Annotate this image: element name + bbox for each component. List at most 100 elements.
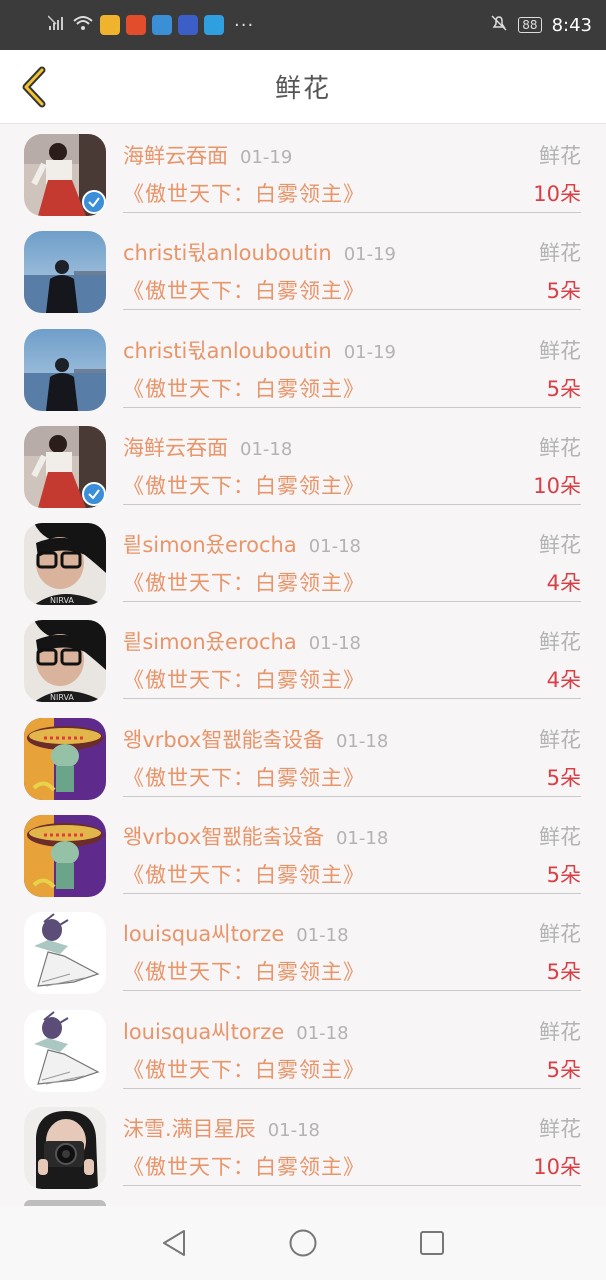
- nav-home-button[interactable]: [281, 1221, 325, 1265]
- user-name-text: christi뒧anlouboutin: [123, 338, 332, 363]
- back-chevron-icon: [22, 66, 46, 108]
- flower-count: 5朵: [546, 765, 581, 790]
- list-item[interactable]: louisqua씨torze 01-18 鲜花《傲世天下：白雾领主》 5朵: [0, 902, 606, 999]
- back-button[interactable]: [12, 64, 56, 110]
- flower-count: 5朵: [546, 1057, 581, 1082]
- gift-type: 鲜花: [539, 825, 581, 850]
- list-item[interactable]: NIRVA 릩simon욨erocha 01-18 鲜花 《傲世天下：白雾领主》 4朵: [0, 610, 606, 707]
- list-item-info: christi뒧anlouboutin 01-19 鲜花 《傲世天下：白雾领主》 5朵: [123, 231, 581, 311]
- flower-record-list: 海鲜云吞面 01-19 鲜花 《傲世天下：白雾领主》 10朵 christi뒧anloub…: [0, 124, 606, 1206]
- user-name[interactable]: christi뒧anlouboutin 01-19: [123, 335, 396, 365]
- back-triangle-icon: [163, 1230, 186, 1256]
- book-title[interactable]: 《傲世天下：白雾领主》: [123, 1151, 365, 1181]
- gift-type: 鲜花: [539, 533, 581, 558]
- list-item[interactable]: 海鲜云吞面 01-18 鲜花 《傲世天下：白雾领主》 10朵: [0, 416, 606, 513]
- app-icon: [152, 15, 172, 35]
- avatar[interactable]: [24, 815, 106, 898]
- user-name-text: 릩simon욨erocha: [123, 630, 297, 655]
- system-nav-bar: [0, 1206, 606, 1280]
- user-name-text: louisqua씨torze: [123, 922, 285, 947]
- list-item[interactable]: louisqua씨torze 01-18 鲜花《傲世天下：白雾领主》 5朵: [0, 1000, 606, 1097]
- avatar[interactable]: NIRVA: [24, 620, 106, 703]
- user-name[interactable]: 릩simon욨erocha 01-18: [123, 626, 361, 656]
- record-date: 01-18: [240, 438, 293, 460]
- record-date: 01-18: [267, 1119, 320, 1141]
- user-name[interactable]: 왱vrbox智퐶能춬设备 01-18: [123, 821, 388, 851]
- more-notifications-icon: ···: [234, 14, 255, 36]
- user-name-text: christi뒧anlouboutin: [123, 241, 332, 266]
- list-item-info: christi뒧anlouboutin 01-19 鲜花《傲世天下：白雾领主》 5朵: [123, 329, 581, 408]
- user-name-text: 沫雪.满目星辰: [123, 1116, 256, 1141]
- book-title[interactable]: 《傲世天下：白雾领主》: [123, 275, 365, 305]
- user-name[interactable]: christi뒧anlouboutin 01-19: [123, 237, 396, 267]
- user-name-text: 왱vrbox智퐶能춬设备: [123, 727, 324, 752]
- user-name[interactable]: louisqua씨torze 01-18: [123, 918, 349, 948]
- avatar[interactable]: [24, 717, 106, 800]
- avatar[interactable]: NIRVA: [24, 523, 106, 606]
- book-title[interactable]: 《傲世天下：白雾领主》: [123, 859, 365, 889]
- app-icon: [126, 15, 146, 35]
- record-date: 01-19: [343, 341, 397, 363]
- list-item-info: louisqua씨torze 01-18 鲜花《傲世天下：白雾领主》 5朵: [123, 912, 581, 992]
- flower-count: 5朵: [546, 960, 581, 985]
- avatar[interactable]: [24, 912, 106, 995]
- gift-type: 鲜花: [539, 922, 581, 947]
- list-item-info: 릩simon욨erocha 01-18 鲜花 《傲世天下：白雾领主》 4朵: [123, 523, 581, 603]
- avatar[interactable]: [24, 1009, 106, 1092]
- avatar[interactable]: [24, 231, 106, 314]
- list-item-info: 왱vrbox智퐶能춬设备 01-18 鲜花 《傲世天下：白雾领主》 5朵: [123, 718, 581, 797]
- list-item[interactable]: christi뒧anlouboutin 01-19 鲜花 《傲世天下：白雾领主》 5朵: [0, 221, 606, 318]
- record-date: 01-18: [335, 828, 389, 850]
- book-title[interactable]: 《傲世天下：白雾领主》: [123, 762, 365, 792]
- recent-square-icon: [419, 1231, 444, 1255]
- flower-count: 5朵: [546, 376, 581, 401]
- list-item-info: 沫雪.满目星辰 01-18 鲜花 《傲世天下：白雾领主》 10朵: [123, 1107, 581, 1186]
- avatar[interactable]: [24, 1106, 106, 1189]
- list-item[interactable]: christi뒧anlouboutin 01-19 鲜花《傲世天下：白雾领主》 5朵: [0, 319, 606, 416]
- user-name[interactable]: louisqua씨torze 01-18: [123, 1016, 349, 1046]
- list-item-info: louisqua씨torze 01-18 鲜花《傲世天下：白雾领主》 5朵: [123, 1010, 581, 1089]
- verified-badge-icon: [82, 190, 106, 214]
- clock: 8:43: [551, 14, 592, 36]
- user-name-text: 海鲜云吞面: [123, 144, 228, 168]
- svg-text:NIRVA: NIRVA: [50, 693, 74, 702]
- user-name-text: louisqua씨torze: [123, 1019, 285, 1044]
- list-item[interactable]: NIRVA 릩simon욨erocha 01-18 鲜花 《傲世天下：白雾领主》 4朵: [0, 513, 606, 610]
- status-bar: ··· 88 8:43: [0, 0, 606, 50]
- flower-count: 5朵: [546, 863, 581, 888]
- book-title[interactable]: 《傲世天下：白雾领主》: [123, 373, 365, 403]
- book-title[interactable]: 《傲世天下：白雾领主》: [123, 567, 365, 597]
- book-title[interactable]: 《傲世天下：白雾领主》: [123, 956, 365, 986]
- nav-back-button[interactable]: [152, 1221, 196, 1265]
- book-title[interactable]: 《傲世天下：白雾领主》: [123, 664, 365, 694]
- user-name[interactable]: 海鲜云吞面 01-19: [123, 140, 292, 170]
- list-item[interactable]: 海鲜云吞面 01-19 鲜花 《傲世天下：白雾领主》 10朵: [0, 124, 606, 221]
- book-title[interactable]: 《傲世天下：白雾领主》: [123, 470, 365, 500]
- svg-text:NIRVA: NIRVA: [50, 596, 74, 605]
- avatar[interactable]: [24, 328, 106, 411]
- header: 鲜花: [0, 50, 606, 124]
- user-name[interactable]: 왱vrbox智퐶能춬设备 01-18: [123, 724, 388, 754]
- app-icon: [178, 15, 198, 35]
- record-date: 01-19: [240, 147, 293, 168]
- list-item[interactable]: 왱vrbox智퐶能춬设备 01-18 鲜花 《傲世天下：白雾领主》 5朵: [0, 708, 606, 805]
- gift-type: 鲜花: [539, 338, 581, 363]
- list-item[interactable]: 왱vrbox智퐶能춬设备 01-18 鲜花《傲世天下：白雾领主》 5朵: [0, 805, 606, 902]
- wifi-icon: [72, 15, 94, 35]
- list-item[interactable]: 沫雪.满目星辰 01-18 鲜花 《傲世天下：白雾领主》 10朵: [0, 1097, 606, 1194]
- book-title[interactable]: 《傲世天下：白雾领主》: [123, 178, 365, 208]
- page-title: 鲜花: [274, 74, 331, 104]
- record-date: 01-18: [296, 1022, 349, 1044]
- book-title[interactable]: 《傲世天下：白雾领主》: [123, 1054, 365, 1084]
- user-name[interactable]: 릩simon욨erocha 01-18: [123, 529, 361, 559]
- flower-count: 5朵: [546, 279, 581, 304]
- nav-recent-button[interactable]: [410, 1221, 454, 1265]
- user-name[interactable]: 沫雪.满目星辰 01-18: [123, 1113, 320, 1143]
- list-item-info: 海鲜云吞面 01-19 鲜花 《傲世天下：白雾领主》 10朵: [123, 134, 581, 213]
- gift-type: 鲜花: [539, 1019, 581, 1044]
- app-icon: [204, 15, 224, 35]
- gift-type: 鲜花: [539, 1116, 581, 1141]
- flower-count: 10朵: [533, 182, 581, 206]
- record-date: 01-19: [343, 244, 397, 266]
- user-name[interactable]: 海鲜云吞面 01-18: [123, 432, 292, 462]
